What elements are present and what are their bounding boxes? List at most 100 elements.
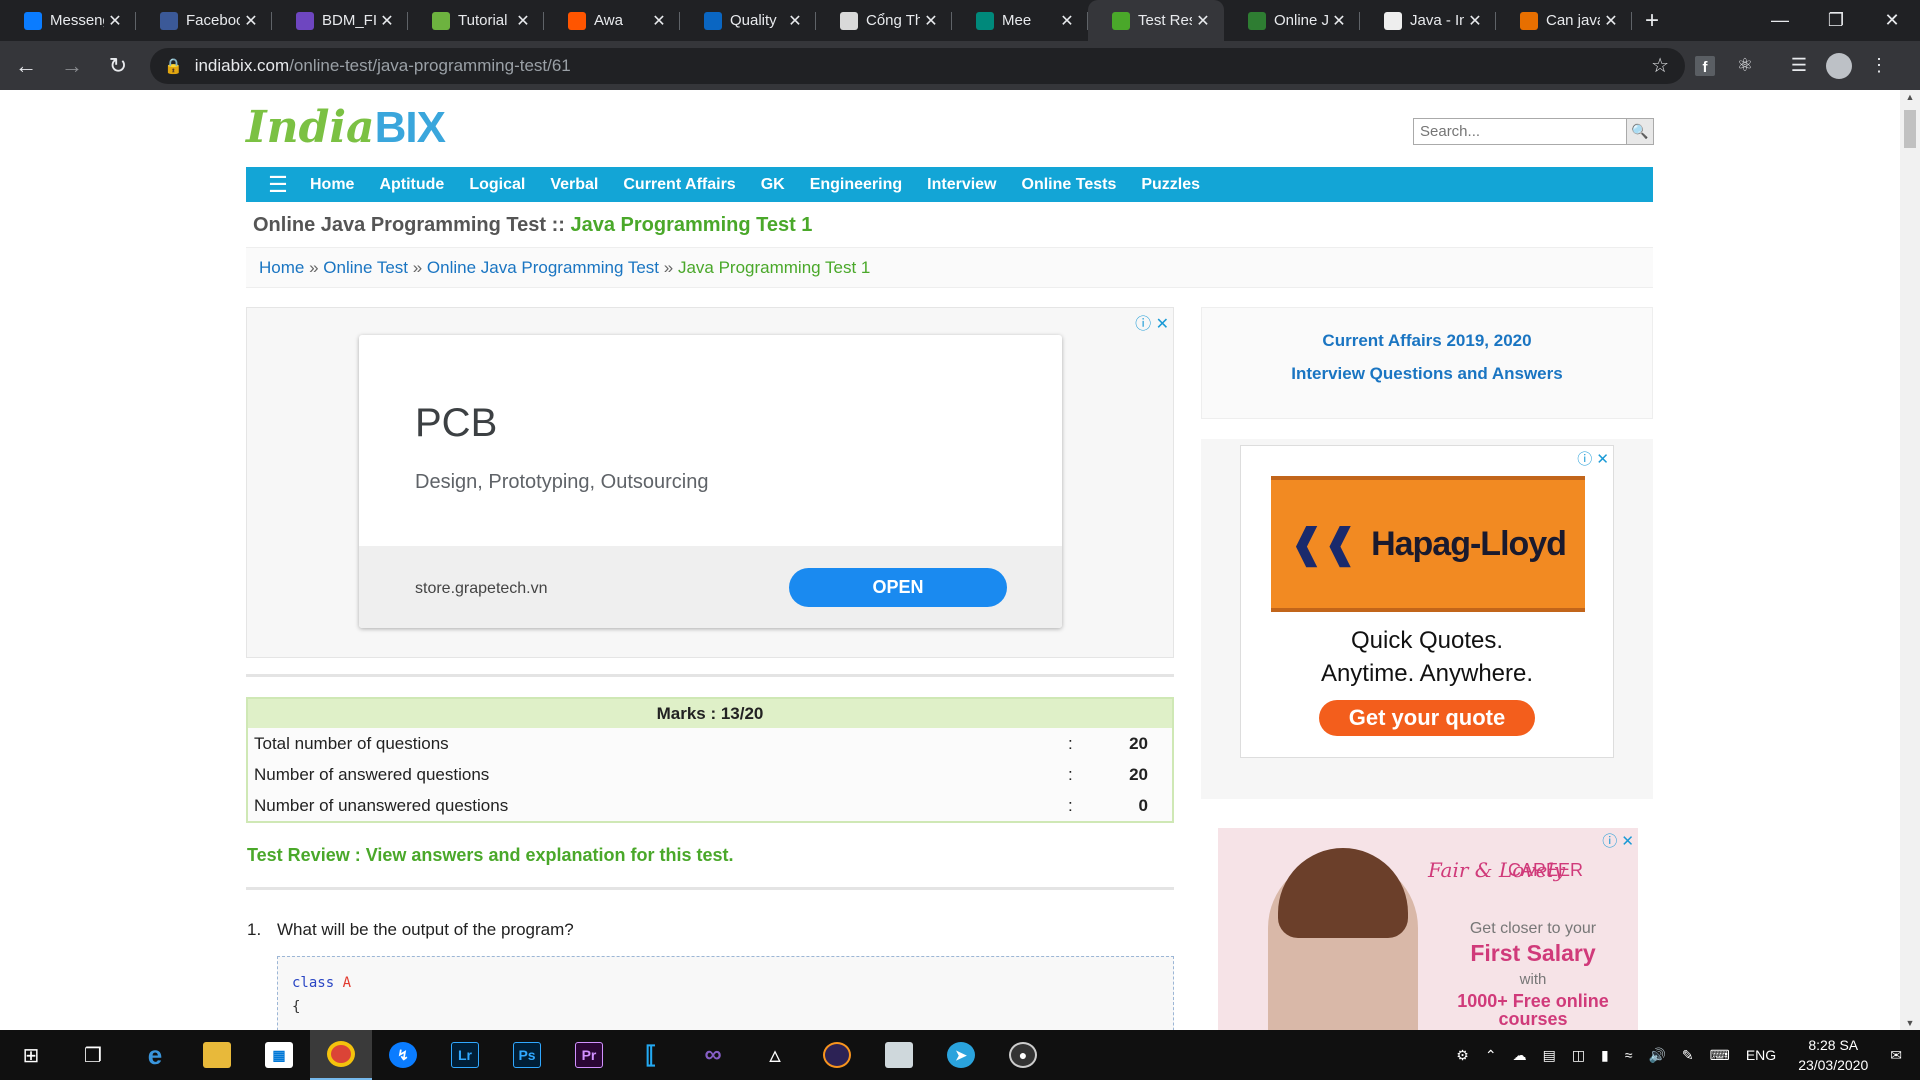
ad-open-button[interactable]: OPEN [789,568,1007,607]
profile-avatar[interactable] [1819,46,1859,86]
scroll-down-icon[interactable]: ▼ [1900,1018,1920,1028]
volume-icon[interactable]: 🔊 [1648,1047,1665,1064]
eclipse-icon[interactable] [806,1030,868,1080]
vscode-icon[interactable]: ⟦ [620,1030,682,1080]
breadcrumb-home[interactable]: Home [259,258,304,277]
nav-current-affairs[interactable]: Current Affairs [623,176,735,194]
nav-engineering[interactable]: Engineering [810,176,902,194]
browser-tab[interactable]: Tutorial ✕ [408,0,544,41]
browser-tab[interactable]: Online J ✕ [1224,0,1360,41]
chrome-icon[interactable] [310,1030,372,1080]
menu-icon[interactable]: ⋮ [1859,46,1899,86]
close-tab-icon[interactable]: ✕ [376,11,398,31]
close-tab-icon[interactable]: ✕ [512,11,534,31]
browser-tab[interactable]: Can java ✕ [1496,0,1632,41]
browser-tab[interactable]: Faceboo ✕ [136,0,272,41]
sidebar-link-current-affairs[interactable]: Current Affairs 2019, 2020 [1202,331,1652,351]
task-view-icon[interactable]: ❐ [62,1030,124,1080]
page-scrollbar[interactable]: ▲ ▼ [1900,90,1920,1030]
close-tab-icon[interactable]: ✕ [240,11,262,31]
ad-choices-icon[interactable]: ⓘ ✕ [1135,310,1169,334]
close-tab-icon[interactable]: ✕ [784,11,806,31]
restore-icon[interactable]: ❐ [1808,0,1864,41]
fair-lovely-advertisement[interactable]: ⓘ ✕ Fair & Lovely CAREER Get closer to y… [1218,828,1638,1030]
wifi-icon[interactable]: ≈ [1625,1047,1633,1063]
messenger-taskbar-icon[interactable]: ↯ [372,1030,434,1080]
people-icon[interactable]: ⚙ [1456,1047,1469,1064]
ad-choices-icon[interactable]: ⓘ ✕ [1577,448,1609,469]
close-tab-icon[interactable]: ✕ [1464,11,1486,31]
pen-icon[interactable]: ✎ [1682,1047,1694,1064]
react-extension-icon[interactable]: ⚛ [1725,46,1765,86]
language-indicator[interactable]: ENG [1746,1047,1776,1063]
close-tab-icon[interactable]: ✕ [1328,11,1350,31]
browser-tab[interactable]: Mee ✕ [952,0,1088,41]
search-input[interactable] [1413,118,1627,145]
store-icon[interactable]: ▦ [248,1030,310,1080]
keyboard-icon[interactable]: ⌨ [1710,1047,1730,1064]
scroll-up-icon[interactable]: ▲ [1900,92,1920,102]
unity-icon[interactable]: △ [744,1030,806,1080]
action-center-icon[interactable]: ✉ [1890,1047,1902,1064]
get-quote-button[interactable]: Get your quote [1319,700,1535,736]
browser-tab[interactable]: Quality ✕ [680,0,816,41]
bookmark-star-icon[interactable]: ☆ [1651,53,1669,78]
visual-studio-icon[interactable]: ∞ [682,1030,744,1080]
minimize-icon[interactable]: — [1752,0,1808,41]
file-explorer-icon[interactable] [186,1030,248,1080]
browser-tab[interactable]: BDM_FIT✕ [272,0,408,41]
back-icon[interactable]: ← [6,46,46,86]
obs-icon[interactable]: ● [992,1030,1054,1080]
close-tab-icon[interactable]: ✕ [1192,11,1214,31]
nav-gk[interactable]: GK [761,176,785,194]
photoshop-icon[interactable]: Ps [496,1030,558,1080]
scrollbar-thumb[interactable] [1904,110,1916,148]
start-windows-icon[interactable]: ⊞ [0,1030,62,1080]
test-review-link[interactable]: Test Review : View answers and explanati… [247,845,733,866]
hapag-lloyd-advertisement[interactable]: ⓘ ✕ ❰❰ Hapag-Lloyd Quick Quotes. Anytime… [1240,445,1614,758]
nav-logical[interactable]: Logical [469,176,525,194]
premiere-icon[interactable]: Pr [558,1030,620,1080]
nav-online-tests[interactable]: Online Tests [1022,176,1117,194]
indiabix-logo[interactable]: IndiaBIX [246,102,446,153]
sidebar-link-interview[interactable]: Interview Questions and Answers [1202,364,1652,384]
nav-verbal[interactable]: Verbal [550,176,598,194]
edge-icon[interactable]: e [124,1030,186,1080]
facebook-extension-icon[interactable]: f [1685,46,1725,86]
forward-icon[interactable]: → [52,46,92,86]
ad-card[interactable]: PCB Design, Prototyping, Outsourcing sto… [359,335,1062,628]
new-tab-button[interactable]: + [1632,0,1672,41]
app-tray-icon[interactable]: ▤ [1543,1047,1556,1064]
breadcrumb-java-test[interactable]: Online Java Programming Test [427,258,659,277]
browser-tab[interactable]: Test Res ✕ [1088,0,1224,41]
defender-icon[interactable]: ◫ [1572,1047,1585,1064]
telegram-icon[interactable]: ➤ [930,1030,992,1080]
hamburger-menu-icon[interactable]: ☰ [246,172,310,198]
browser-tab[interactable]: Messeng✕ [0,0,136,41]
close-tab-icon[interactable]: ✕ [1056,11,1078,31]
close-tab-icon[interactable]: ✕ [920,11,942,31]
nav-puzzles[interactable]: Puzzles [1141,176,1200,194]
breadcrumb-online-test[interactable]: Online Test [323,258,408,277]
nav-aptitude[interactable]: Aptitude [379,176,444,194]
nav-interview[interactable]: Interview [927,176,996,194]
clock[interactable]: 8:28 SA 23/03/2020 [1798,1035,1868,1075]
show-hidden-icons-icon[interactable]: ⌃ [1485,1047,1497,1064]
battery-icon[interactable]: ▮ [1601,1047,1609,1064]
lightroom-icon[interactable]: Lr [434,1030,496,1080]
close-window-icon[interactable]: ✕ [1864,0,1920,41]
media-control-icon[interactable]: ☰ [1779,46,1819,86]
close-tab-icon[interactable]: ✕ [1600,11,1622,31]
browser-tab[interactable]: Cổng Th ✕ [816,0,952,41]
nav-home[interactable]: Home [310,176,354,194]
close-tab-icon[interactable]: ✕ [104,11,126,31]
ad-choices-icon[interactable]: ⓘ ✕ [1602,830,1634,851]
browser-tab[interactable]: Java - In ✕ [1360,0,1496,41]
snipping-tool-icon[interactable] [868,1030,930,1080]
close-tab-icon[interactable]: ✕ [648,11,670,31]
onedrive-icon[interactable]: ☁ [1513,1047,1527,1064]
reload-icon[interactable]: ↻ [98,46,138,86]
search-icon[interactable]: 🔍 [1627,118,1654,145]
browser-tab[interactable]: Awa ✕ [544,0,680,41]
address-bar[interactable]: 🔒 indiabix.com /online-test/java-program… [150,47,1685,84]
